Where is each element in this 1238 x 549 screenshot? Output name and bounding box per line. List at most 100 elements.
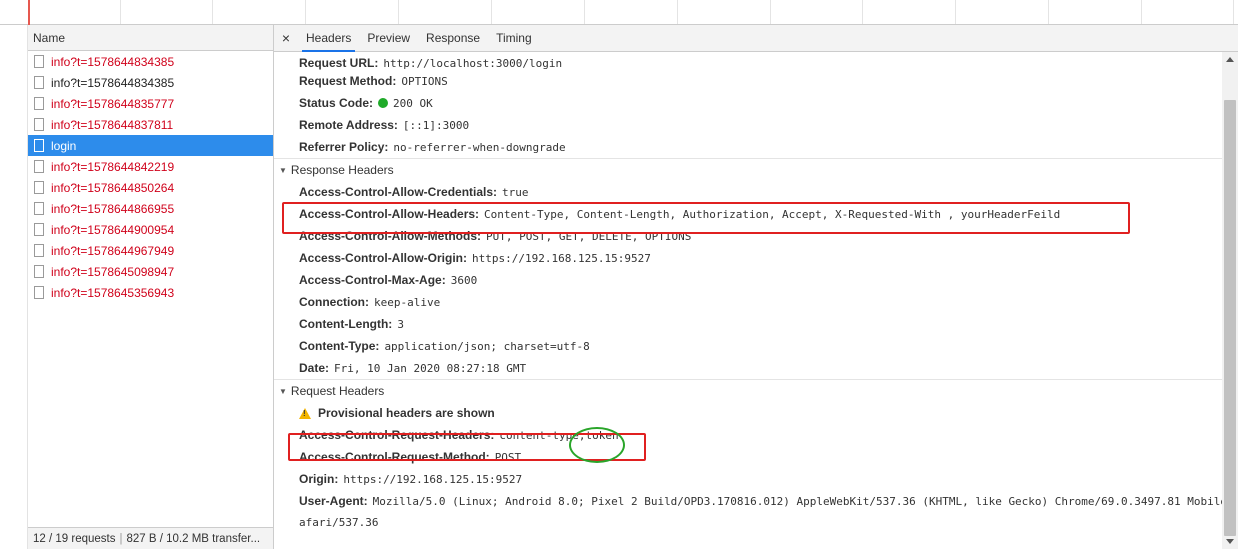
timeline-gridline [1048,0,1049,24]
timeline-gridline [770,0,771,24]
request-name: info?t=1578644835777 [51,96,175,111]
request-row[interactable]: info?t=1578644842219 [28,156,273,177]
header-row: Request URL: http://localhost:3000/login [274,52,1222,70]
tab-headers[interactable]: Headers [298,25,359,52]
timeline-gridline [491,0,492,24]
header-key: Content-Type: [299,339,380,353]
header-value: Fri, 10 Jan 2020 08:27:18 GMT [334,361,527,375]
header-key: Origin: [299,472,339,486]
section-title: Response Headers [290,163,394,177]
network-status-bar: 12 / 19 requests | 827 B / 10.2 MB transfe… [28,527,273,549]
header-row: User-Agent: Mozilla/5.0 (Linux; Android 8… [274,490,1222,512]
timeline-gridline [955,0,956,24]
tab-response[interactable]: Response [418,25,488,52]
document-icon [34,181,44,194]
timeline-gridline [862,0,863,24]
expand-triangle-icon: ▼ [279,386,287,396]
header-key: Date: [299,361,330,375]
timeline-gridline [120,0,121,24]
scroll-down-icon[interactable] [1226,539,1234,544]
request-count: 12 / 19 requests [33,533,116,545]
request-row[interactable]: info?t=1578644837811 [28,114,273,135]
header-row: Content-Length: 3 [274,313,1222,335]
header-key: Connection: [299,295,369,309]
provisional-warning: Provisional headers are shown [274,402,1222,424]
timeline-gridline [677,0,678,24]
request-name: info?t=1578644866955 [51,201,175,216]
header-key: User-Agent: [299,494,368,508]
response-headers-section: ▼ Response Headers Access-Control-Allow-… [274,159,1222,380]
document-icon [34,160,44,173]
header-key: Access-Control-Allow-Origin: [299,251,468,265]
document-icon [34,223,44,236]
request-row[interactable]: info?t=1578644835777 [28,93,273,114]
header-value: no-referrer-when-downgrade [393,140,566,154]
request-list-panel: Name info?t=1578644834385 info?t=15786448… [0,25,274,549]
section-title: Request Headers [290,384,385,398]
request-row[interactable]: info?t=1578644834385 [28,72,273,93]
header-value: 200 OK [393,96,433,110]
request-name: info?t=1578645356943 [51,285,175,300]
header-row: Connection: keep-alive [274,291,1222,313]
request-name: info?t=1578644842219 [51,159,175,174]
header-key: Request Method: [299,74,397,88]
header-value: OPTIONS [401,74,448,88]
request-row[interactable]: info?t=1578644850264 [28,177,273,198]
header-row: Access-Control-Max-Age: 3600 [274,269,1222,291]
document-icon [34,286,44,299]
timeline-gridline [212,0,213,24]
header-row: Status Code: 200 OK [274,92,1222,114]
transfer-size: 827 B / 10.2 MB transfer... [126,533,261,545]
request-row[interactable]: info?t=1578644866955 [28,198,273,219]
scrollbar-thumb[interactable] [1224,100,1236,536]
headers-content: Request URL: http://localhost:3000/login … [274,52,1222,549]
response-headers-toggle[interactable]: ▼ Response Headers [274,159,1222,181]
close-icon[interactable]: × [274,30,298,46]
header-value: 3600 [450,273,478,287]
annotation-circle [569,427,625,463]
header-value: true [502,185,529,199]
header-row: Access-Control-Allow-Credentials: true [274,181,1222,203]
header-row: Remote Address: [::1]:3000 [274,114,1222,136]
header-row: Content-Type: application/json; charset=u… [274,335,1222,357]
request-row[interactable]: info?t=1578644967949 [28,240,273,261]
header-value: application/json; charset=utf-8 [384,339,590,353]
scroll-up-icon[interactable] [1226,57,1234,62]
request-row[interactable]: info?t=1578644834385 [28,51,273,72]
header-row: Date: Fri, 10 Jan 2020 08:27:18 GMT [274,357,1222,379]
request-row[interactable]: info?t=1578645356943 [28,282,273,303]
request-name: info?t=1578644900954 [51,222,175,237]
warning-icon [299,407,311,419]
request-name: info?t=1578644834385 [51,54,175,69]
request-headers-toggle[interactable]: ▼ Request Headers [274,380,1222,402]
expand-triangle-icon: ▼ [279,165,287,175]
timeline-gridline [1141,0,1142,24]
warning-text: Provisional headers are shown [318,406,495,420]
header-value: https://192.168.125.15:9527 [472,251,651,265]
document-icon [34,97,44,110]
header-value: keep-alive [374,295,441,309]
timeline-gridline [1233,0,1234,24]
header-key: Content-Length: [299,317,393,331]
header-row: Access-Control-Allow-Origin: https://192.… [274,247,1222,269]
tab-preview[interactable]: Preview [359,25,418,52]
name-column-header[interactable]: Name [28,25,273,51]
request-row[interactable]: info?t=1578645098947 [28,261,273,282]
document-icon [34,76,44,89]
header-value: https://192.168.125.15:9527 [343,472,523,486]
timeline-gridline [584,0,585,24]
request-name: info?t=1578644834385 [51,75,175,90]
header-key: Remote Address: [299,118,398,132]
timeline-gridline [305,0,306,24]
request-row[interactable]: login [28,135,273,156]
request-detail-panel: × Headers Preview Response Timing Reques… [274,25,1238,549]
header-row: Referrer Policy: no-referrer-when-downgra… [274,136,1222,158]
request-row[interactable]: info?t=1578644900954 [28,219,273,240]
detail-scrollbar[interactable] [1222,52,1238,549]
timeline-overview[interactable] [0,0,1238,25]
timeline-marker [28,0,30,25]
header-value: http://localhost:3000/login [383,57,563,70]
header-value: [::1]:3000 [402,118,470,132]
timeline-gridline [398,0,399,24]
tab-timing[interactable]: Timing [488,25,540,52]
